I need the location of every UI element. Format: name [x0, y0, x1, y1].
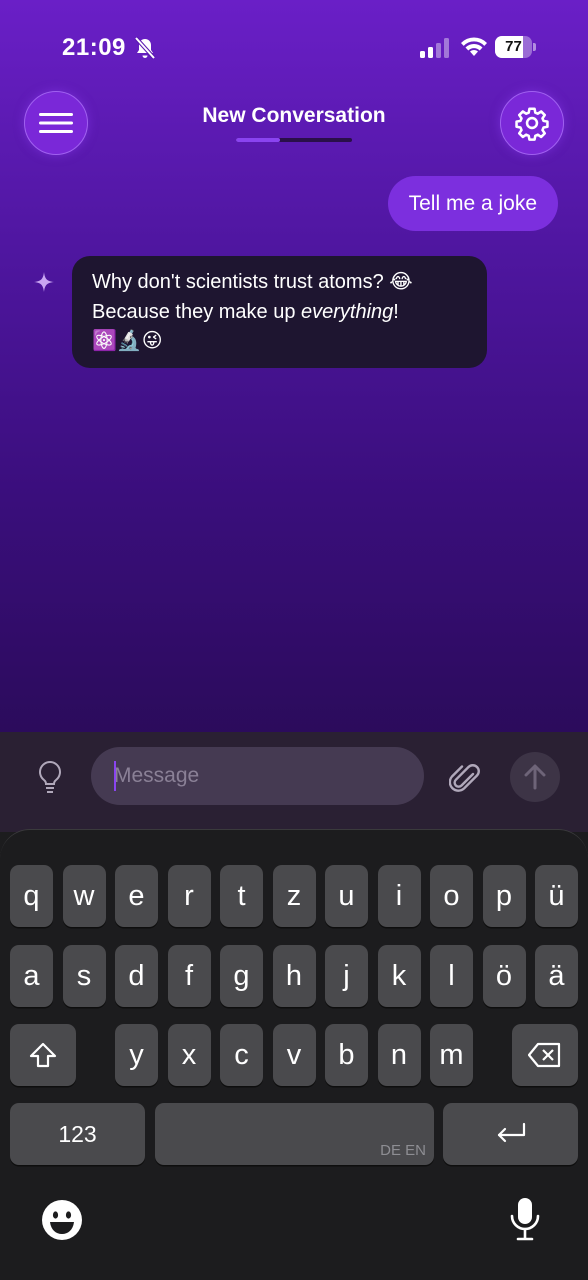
backspace-icon: [528, 1042, 561, 1068]
key-space[interactable]: DE EN: [155, 1103, 434, 1165]
key-g[interactable]: g: [220, 945, 263, 1007]
status-time: 21:09: [62, 34, 126, 61]
key-p[interactable]: p: [482, 865, 526, 927]
key-i[interactable]: i: [377, 865, 421, 927]
message-input[interactable]: [91, 747, 424, 805]
battery-indicator: 77: [495, 36, 537, 58]
emoji-icon[interactable]: [40, 1198, 84, 1242]
chat-screen: 21:09 77 New Conversation Tell me a joke…: [0, 0, 588, 830]
key-h[interactable]: h: [272, 945, 316, 1007]
key-k[interactable]: k: [377, 945, 421, 1007]
key-z[interactable]: z: [272, 865, 316, 927]
gear-icon: [515, 107, 549, 141]
lightbulb-icon[interactable]: [36, 760, 64, 796]
key-u[interactable]: u: [325, 865, 368, 927]
settings-button[interactable]: [500, 91, 564, 155]
key-ö[interactable]: ö: [482, 945, 526, 1007]
user-message[interactable]: Tell me a joke: [387, 176, 558, 231]
key-x[interactable]: x: [167, 1024, 211, 1086]
key-t[interactable]: t: [220, 865, 263, 927]
user-message-text: Tell me a joke: [408, 191, 537, 215]
microphone-icon[interactable]: [509, 1196, 541, 1242]
assistant-line-1: Why don't scientists trust atoms? 😂: [92, 271, 413, 293]
key-return[interactable]: [443, 1103, 578, 1165]
key-l[interactable]: l: [430, 945, 473, 1007]
key-f[interactable]: f: [167, 945, 211, 1007]
return-icon: [497, 1122, 525, 1143]
key-w[interactable]: w: [62, 865, 106, 927]
text-cursor: [114, 761, 116, 791]
wifi-icon: [461, 37, 487, 56]
assistant-line-2: Because they make up everything!: [92, 300, 399, 323]
key-backspace[interactable]: [512, 1024, 578, 1086]
key-v[interactable]: v: [272, 1024, 316, 1086]
send-button[interactable]: [510, 752, 560, 802]
key-j[interactable]: j: [325, 945, 368, 1007]
key-d[interactable]: d: [115, 945, 158, 1007]
key-y[interactable]: y: [115, 1024, 158, 1086]
key-ä[interactable]: ä: [535, 945, 578, 1007]
paperclip-icon[interactable]: [449, 760, 481, 796]
status-bar: 21:09 77: [0, 0, 588, 90]
key-s[interactable]: s: [62, 945, 106, 1007]
language-hint: DE EN: [380, 1142, 426, 1159]
key-c[interactable]: c: [220, 1024, 263, 1086]
key-q[interactable]: q: [10, 865, 53, 927]
cellular-signal-icon: [420, 38, 449, 58]
key-r[interactable]: r: [167, 865, 211, 927]
key-numbers[interactable]: 123: [10, 1103, 145, 1165]
key-shift[interactable]: [10, 1024, 76, 1086]
bell-slash-icon: [134, 36, 156, 60]
key-m[interactable]: m: [430, 1024, 473, 1086]
key-b[interactable]: b: [325, 1024, 368, 1086]
key-a[interactable]: a: [10, 945, 53, 1007]
sparkle-icon: [34, 272, 54, 292]
assistant-line-3-emojis: ⚛️🔬😜: [92, 330, 163, 352]
shift-icon: [29, 1042, 57, 1068]
assistant-message[interactable]: Why don't scientists trust atoms? 😂 Beca…: [72, 256, 487, 368]
key-n[interactable]: n: [377, 1024, 421, 1086]
title-progress-bar: [236, 138, 352, 142]
key-e[interactable]: e: [115, 865, 158, 927]
battery-percent: 77: [505, 38, 522, 55]
key-ü[interactable]: ü: [535, 865, 578, 927]
key-o[interactable]: o: [430, 865, 473, 927]
arrow-up-icon: [524, 764, 546, 790]
